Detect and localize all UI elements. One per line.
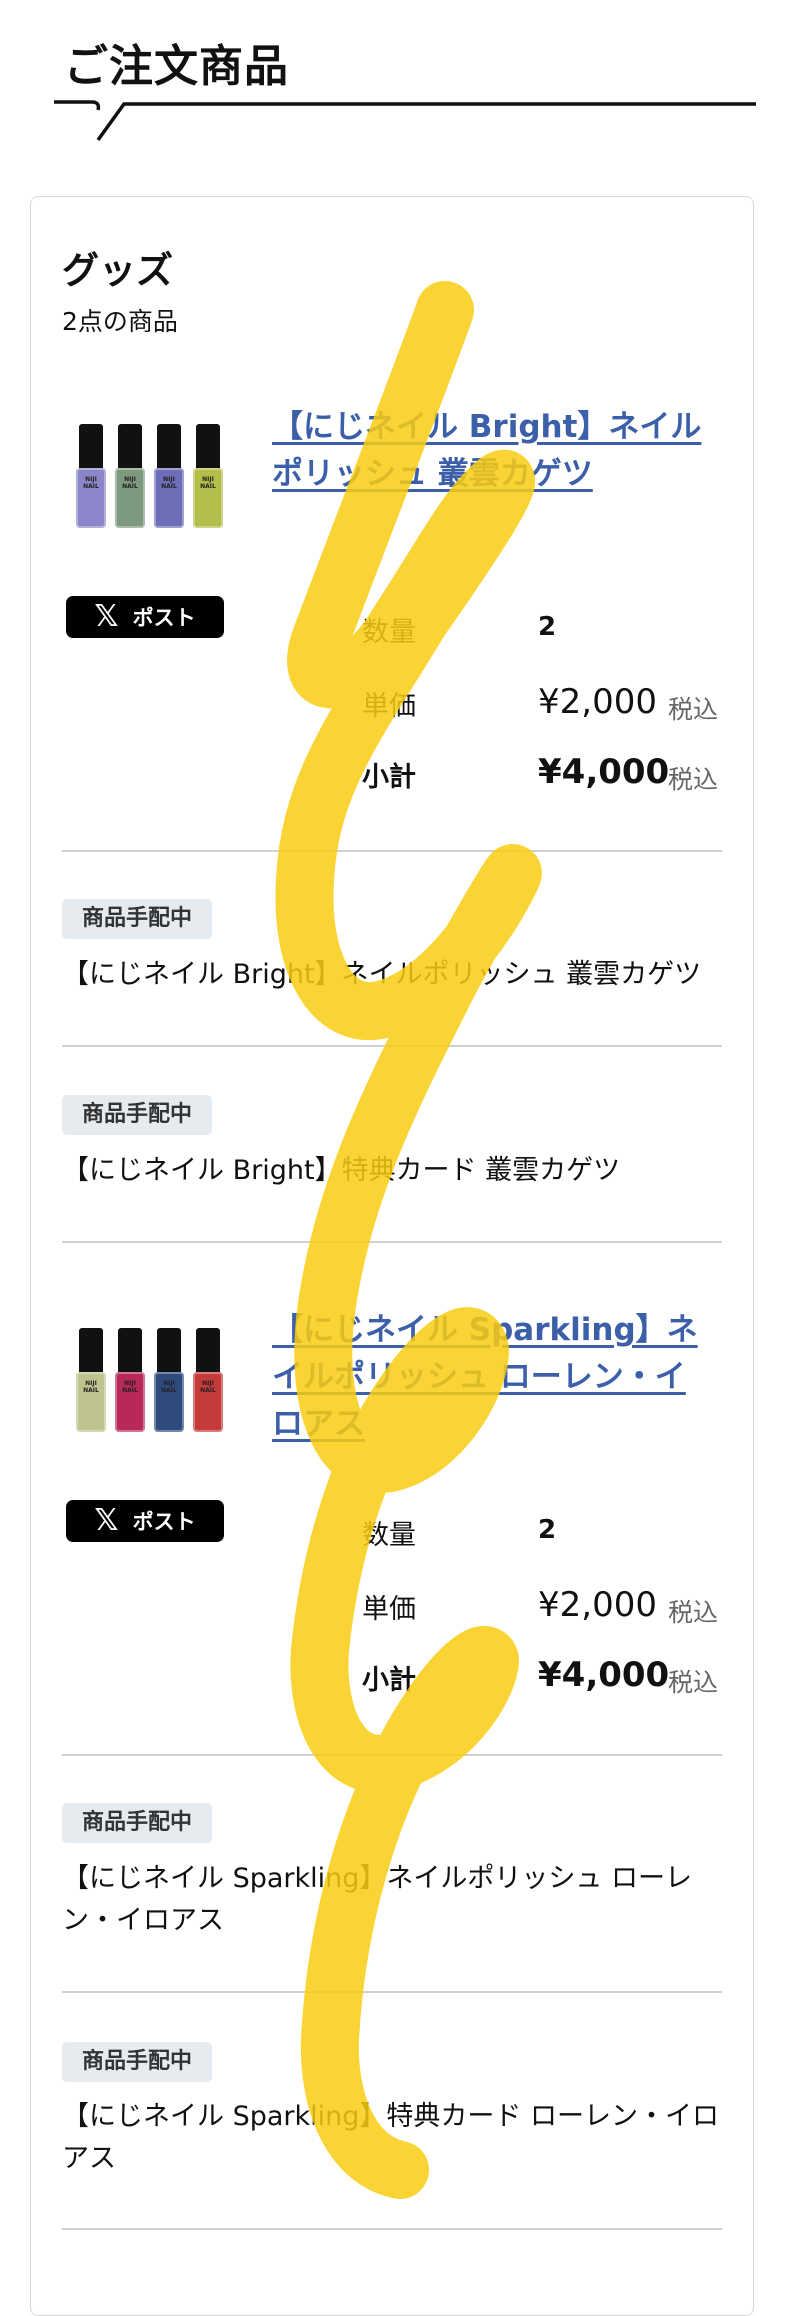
quantity-label: 数量 <box>362 617 416 648</box>
x-post-button[interactable]: 𝕏 ポスト <box>66 1500 224 1542</box>
x-logo-icon: 𝕏 <box>94 1503 119 1538</box>
bottle: NIJI NAIL <box>115 424 145 532</box>
tax-label: 税込 <box>668 765 719 794</box>
bottle: NIJI NAIL <box>193 1328 223 1436</box>
bottle: NIJI NAIL <box>193 424 223 532</box>
page-title: ご注文商品 <box>64 41 289 92</box>
subtotal-value: ¥4,000 <box>538 1655 670 1695</box>
status-badge: 商品手配中 <box>62 899 213 939</box>
subtotal-label: 小計 <box>362 762 416 793</box>
x-post-button[interactable]: 𝕏 ポスト <box>66 596 224 638</box>
divider <box>62 1991 722 1993</box>
bottle: NIJI NAIL <box>76 1328 106 1436</box>
status-badge: 商品手配中 <box>62 1095 213 1135</box>
category-title: グッズ <box>62 249 173 292</box>
subtotal-label: 小計 <box>362 1665 416 1696</box>
post-label: ポスト <box>132 1510 196 1534</box>
status-item-name: 【にじネイル Bright】ネイルポリッシュ 叢雲カゲツ <box>62 959 702 990</box>
divider <box>62 1241 722 1243</box>
bottle: NIJI NAIL <box>76 424 106 532</box>
divider <box>62 1045 722 1047</box>
unit-price-label: 単価 <box>362 1594 416 1625</box>
tax-label: 税込 <box>668 1668 719 1697</box>
divider <box>62 1754 722 1756</box>
post-label: ポスト <box>132 606 196 630</box>
product-link[interactable]: 【にじネイル Bright】ネイルポリッシュ 叢雲カゲツ <box>272 404 712 498</box>
status-item-name: 【にじネイル Sparkling】ネイルポリッシュ ローレン・イロアス <box>62 1863 692 1936</box>
product-link[interactable]: 【にじネイル Sparkling】ネイルポリッシュ ローレン・イロアス <box>272 1307 712 1448</box>
bottle: NIJI NAIL <box>154 424 184 532</box>
item-count: 2点の商品 <box>62 307 178 336</box>
unit-price-value: ¥2,000 <box>538 682 657 722</box>
quantity-value: 2 <box>538 612 557 642</box>
tax-label: 税込 <box>668 1598 719 1627</box>
unit-price-label: 単価 <box>362 691 416 722</box>
product-thumbnail[interactable]: NIJI NAIL NIJI NAIL NIJI NAIL NIJI NAIL <box>76 424 240 528</box>
divider <box>62 2228 722 2230</box>
status-item-name: 【にじネイル Sparkling】特典カード ローレン・イロアス <box>62 2101 719 2174</box>
subtotal-value: ¥4,000 <box>538 752 670 792</box>
bottle: NIJI NAIL <box>115 1328 145 1436</box>
unit-price-value: ¥2,000 <box>538 1585 657 1625</box>
bottle: NIJI NAIL <box>154 1328 184 1436</box>
quantity-value: 2 <box>538 1515 557 1545</box>
tax-label: 税込 <box>668 695 719 724</box>
status-badge: 商品手配中 <box>62 1803 213 1843</box>
status-badge: 商品手配中 <box>62 2042 213 2082</box>
product-thumbnail[interactable]: NIJI NAIL NIJI NAIL NIJI NAIL NIJI NAIL <box>76 1328 240 1432</box>
status-item-name: 【にじネイル Bright】特典カード 叢雲カゲツ <box>62 1155 621 1186</box>
x-logo-icon: 𝕏 <box>94 599 119 634</box>
divider <box>62 850 722 852</box>
title-underline <box>54 100 756 142</box>
quantity-label: 数量 <box>362 1520 416 1551</box>
